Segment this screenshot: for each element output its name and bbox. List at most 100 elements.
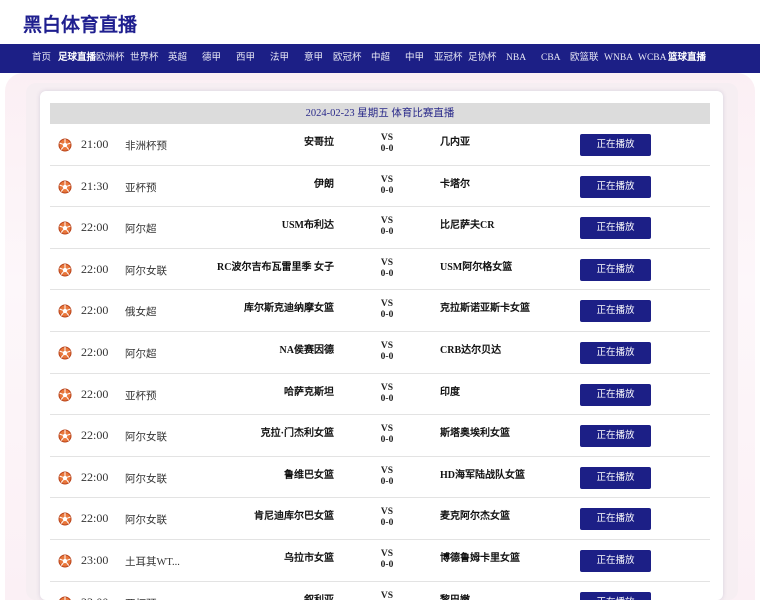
watch-live-button[interactable]: 正在播放: [580, 342, 651, 364]
nav-item[interactable]: 德甲: [202, 44, 221, 73]
football-icon: [58, 138, 72, 152]
nav-item[interactable]: NBA: [506, 44, 526, 73]
watch-live-button[interactable]: 正在播放: [580, 466, 651, 489]
nav-item[interactable]: 中超: [371, 44, 390, 73]
watch-live-button[interactable]: 正在播放: [580, 217, 651, 240]
home-team: RC波尔吉布瓦雷里季 女子: [217, 261, 334, 273]
match-league: 阿尔女联: [125, 515, 167, 527]
football-icon: [58, 304, 72, 318]
football-icon: [58, 596, 72, 600]
match-row: 22:00 阿尔女联 克拉·门杰利女篮 VS 0-0 斯塔奥埃利女篮 正在播放: [50, 415, 710, 457]
match-vs: VS0-0: [375, 466, 399, 488]
watch-live-button[interactable]: 正在播放: [580, 134, 651, 156]
match-league: 阿尔超: [125, 349, 157, 360]
match-vs: VS0-0: [375, 175, 399, 197]
football-icon: [58, 512, 72, 526]
nav-item[interactable]: 西甲: [236, 44, 255, 73]
watch-live-button[interactable]: 正在播放: [580, 550, 651, 572]
nav-item[interactable]: 英超: [168, 44, 187, 73]
home-team: 鲁维巴女篮: [284, 469, 334, 481]
home-team: 肯尼迪库尔巴女篮: [254, 511, 334, 523]
main-nav: 首页 足球直播 欧洲杯 世界杯 英超 德甲 西甲 法甲 意甲 欧冠杯 中超 中甲 亚冠杯 足协杯 NBA CB…: [0, 44, 760, 73]
match-score: 0-0: [380, 227, 394, 238]
nav-item[interactable]: 首页: [32, 44, 51, 73]
football-icon: [58, 471, 72, 485]
watch-live-button[interactable]: 正在播放: [580, 591, 651, 600]
watch-live-button[interactable]: 正在播放: [580, 508, 651, 531]
match-score: 0-0: [380, 144, 394, 154]
vs-label: VS: [380, 549, 394, 559]
away-team: 几内亚: [440, 137, 470, 148]
nav-item[interactable]: 欧冠杯: [333, 44, 362, 73]
site-header: 黑白体育直播: [0, 0, 760, 44]
nav-item[interactable]: 中甲: [405, 44, 424, 73]
match-row: 21:30 亚杯预 伊朗 VS 0-0 卡塔尔 正在播放: [50, 166, 710, 208]
nav-item[interactable]: 篮球直播: [668, 44, 706, 73]
watch-live-button[interactable]: 正在播放: [580, 300, 651, 323]
match-time: 22:00: [81, 511, 109, 526]
nav-item[interactable]: 亚冠杯: [434, 44, 463, 73]
home-team: 乌拉市女篮: [284, 553, 334, 564]
match-league: 阿尔女联: [125, 432, 167, 444]
match-score: 0-0: [380, 393, 394, 404]
nav-item[interactable]: 欧篮联: [570, 44, 599, 73]
home-team: 克拉·门杰利女篮: [260, 428, 334, 440]
nav-item[interactable]: WCBA: [638, 44, 667, 73]
nav-item[interactable]: CBA: [541, 44, 561, 73]
watch-live-button[interactable]: 正在播放: [580, 258, 651, 281]
match-row: 22:00 阿尔女联 RC波尔吉布瓦雷里季 女子 VS 0-0 USM阿尔格女篮 正在播放: [50, 249, 710, 291]
match-league: 阿尔女联: [125, 473, 167, 485]
home-team: NA侯赛因德: [279, 345, 334, 356]
match-row: 22:00 阿尔女联 肯尼迪库尔巴女篮 VS 0-0 麦克阿尔杰女篮 正在播放: [50, 498, 710, 540]
football-icon: [58, 346, 72, 360]
match-row: 22:00 阿尔超 NA侯赛因德 VS 0-0 CRB达尔贝达 正在播放: [50, 332, 710, 374]
football-icon: [58, 180, 72, 194]
match-score: 0-0: [380, 352, 394, 362]
football-icon: [58, 388, 72, 402]
vs-label: VS: [380, 424, 394, 435]
match-time: 22:00: [81, 386, 109, 401]
away-team: 卡塔尔: [440, 178, 470, 190]
nav-item[interactable]: 欧洲杯: [96, 44, 125, 73]
match-time: 22:00: [81, 261, 109, 276]
match-time: 22:00: [81, 428, 109, 443]
vs-label: VS: [380, 507, 394, 518]
away-team: CRB达尔贝达: [440, 345, 502, 356]
match-row: 23:00 土耳其WT... 乌拉市女篮 VS 0-0 博德鲁姆卡里女篮 正在播放: [50, 540, 710, 582]
nav-item[interactable]: WNBA: [604, 44, 633, 73]
away-team: 克拉斯诺亚斯卡女篮: [440, 303, 530, 315]
match-vs: VS0-0: [375, 299, 399, 321]
away-team: 博德鲁姆卡里女篮: [440, 553, 520, 564]
match-vs: VS0-0: [375, 258, 399, 280]
vs-label: VS: [380, 133, 394, 143]
away-team: 麦克阿尔杰女篮: [440, 511, 510, 523]
match-row: 23:00 亚杯预 叙利亚 VS0-0 黎巴嫩 正在播放: [50, 582, 710, 600]
watch-live-button[interactable]: 正在播放: [580, 383, 651, 406]
match-time: 22:00: [81, 469, 109, 484]
match-row: 22:00 亚杯预 哈萨克斯坦 VS 0-0 印度 正在播放: [50, 374, 710, 416]
match-vs: VS0-0: [375, 549, 399, 571]
match-league: 亚杯预: [125, 182, 157, 194]
vs-label: VS: [380, 465, 394, 476]
watch-live-button[interactable]: 正在播放: [580, 425, 651, 448]
site-logo[interactable]: 黑白体育直播: [23, 10, 137, 37]
watch-live-button[interactable]: 正在播放: [580, 175, 651, 198]
match-vs: VS0-0: [375, 424, 399, 446]
match-vs: VS0-0: [375, 341, 399, 363]
match-score: 0-0: [380, 560, 394, 570]
away-team: USM阿尔格女篮: [440, 261, 513, 273]
match-vs: VS0-0: [375, 507, 399, 529]
nav-item[interactable]: 意甲: [304, 44, 323, 73]
match-vs: VS0-0: [375, 216, 399, 238]
vs-label: VS: [380, 590, 394, 600]
nav-item[interactable]: 足协杯: [468, 44, 497, 73]
match-time: 22:00: [81, 345, 109, 359]
vs-label: VS: [380, 341, 394, 351]
nav-item[interactable]: 法甲: [270, 44, 289, 73]
nav-item[interactable]: 世界杯: [130, 44, 159, 73]
football-icon: [58, 221, 72, 235]
vs-label: VS: [380, 382, 394, 393]
nav-item[interactable]: 足球直播: [58, 44, 96, 73]
home-team: 叙利亚: [304, 591, 334, 600]
match-row: 22:00 阿尔女联 鲁维巴女篮 VS 0-0 HD海军陆战队女篮 正在播放: [50, 457, 710, 499]
